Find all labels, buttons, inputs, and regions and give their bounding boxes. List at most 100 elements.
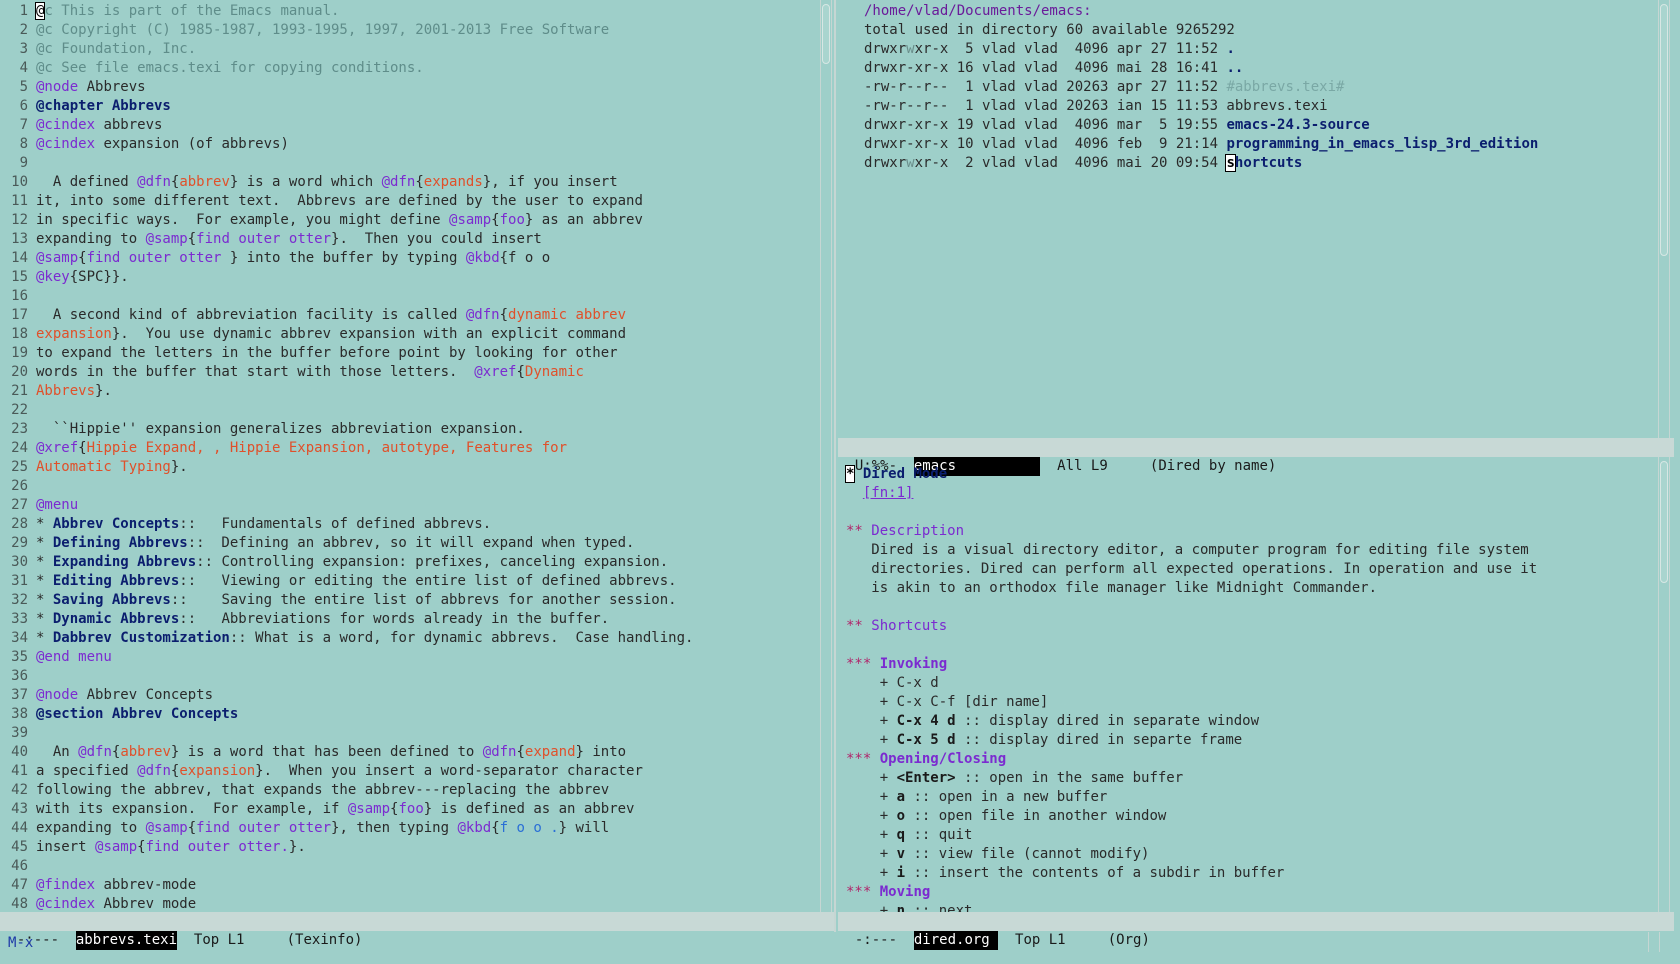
texinfo-line[interactable]: insert @samp{find outer otter.}.	[36, 838, 306, 857]
dired-entry[interactable]: total used in directory 60 available 926…	[864, 21, 1235, 40]
texinfo-line[interactable]: expansion}. You use dynamic abbrev expan…	[36, 325, 626, 344]
texinfo-line[interactable]: @node Abbrevs	[36, 78, 146, 97]
texinfo-line[interactable]: @cindex abbrevs	[36, 116, 162, 135]
dired-scrollbar[interactable]	[1658, 0, 1670, 438]
texinfo-line[interactable]: @findex abbrev-mode	[36, 876, 196, 895]
text-segment: [fn:1]	[862, 485, 914, 501]
texinfo-line[interactable]: * Abbrev Concepts:: Fundamentals of defi…	[36, 515, 491, 534]
texinfo-line[interactable]: expanding to @samp{find outer otter}, th…	[36, 819, 609, 838]
texinfo-line[interactable]: with its expansion. For example, if @sam…	[36, 800, 634, 819]
org-line[interactable]: + i :: insert the contents of a subdir i…	[846, 864, 1285, 883]
org-line[interactable]: * Dired Mode	[844, 465, 947, 484]
text-segment: @c Copyright (C) 1985-1987, 1993-1995, 1…	[36, 22, 610, 38]
text-segment: +	[846, 713, 897, 729]
texinfo-line[interactable]: @section Abbrev Concepts	[36, 705, 238, 724]
texinfo-line[interactable]: @c This is part of the Emacs manual.	[34, 2, 339, 21]
org-line[interactable]: directories. Dired can perform all expec…	[846, 560, 1537, 579]
texinfo-line[interactable]: @menu	[36, 496, 78, 515]
dired-entry[interactable]: drwxrwxr-x 2 vlad vlad 4096 mai 20 09:54…	[864, 154, 1302, 173]
texinfo-line[interactable]: @c Copyright (C) 1985-1987, 1993-1995, 1…	[36, 21, 609, 40]
org-line[interactable]: [fn:1]	[846, 484, 914, 503]
org-line[interactable]: + C-x C-f [dir name]	[846, 693, 1049, 712]
right-window-dired[interactable]: /home/vlad/Documents/emacs: total used in…	[846, 0, 1646, 438]
text-segment: Abbrevs	[36, 383, 96, 399]
right-window-org[interactable]: * Dired Mode [fn:1] ** Description Dired …	[844, 457, 1646, 919]
left-scrollbar[interactable]	[820, 0, 832, 912]
texinfo-line[interactable]: An @dfn{abbrev} is a word that has been …	[36, 743, 626, 762]
text-segment: :: view file (cannot modify)	[905, 846, 1150, 862]
left-scrollbar-thumb[interactable]	[822, 4, 830, 64]
dired-entry[interactable]: drwxrwxr-x 5 vlad vlad 4096 apr 27 11:52…	[864, 40, 1235, 59]
org-line[interactable]: + C-x d	[846, 674, 939, 693]
org-line[interactable]: ** Description	[846, 522, 964, 541]
org-line[interactable]: + a :: open in a new buffer	[846, 788, 1108, 807]
org-line[interactable]: Dired is a visual directory editor, a co…	[846, 541, 1529, 560]
texinfo-line[interactable]: * Saving Abbrevs:: Saving the entire lis…	[36, 591, 677, 610]
texinfo-line[interactable]: * Dabbrev Customization:: What is a word…	[36, 629, 693, 648]
dired-modeline[interactable]: U:%%- emacs All L9 (Dired by name)	[838, 438, 1674, 476]
dired-entry[interactable]: drwxr-xr-x 16 vlad vlad 4096 mai 28 16:4…	[864, 59, 1243, 78]
text-cursor: s	[1225, 154, 1236, 172]
text-segment: }.	[288, 839, 306, 855]
text-segment: {	[187, 820, 197, 836]
texinfo-line[interactable]: @node Abbrev Concepts	[36, 686, 213, 705]
org-line[interactable]: + q :: quit	[846, 826, 973, 845]
dired-entry[interactable]: drwxr-xr-x 19 vlad vlad 4096 mar 5 19:55…	[864, 116, 1370, 135]
texinfo-line[interactable]: * Expanding Abbrevs:: Controlling expans…	[36, 553, 668, 572]
texinfo-line[interactable]: A second kind of abbreviation facility i…	[36, 306, 626, 325]
dired-entry[interactable]: -rw-r--r-- 1 vlad vlad 20263 ian 15 11:5…	[864, 97, 1328, 116]
minibuffer-scrollbar[interactable]	[1648, 932, 1660, 952]
texinfo-line[interactable]: Automatic Typing}.	[36, 458, 188, 477]
org-scrollbar-thumb[interactable]	[1660, 461, 1668, 583]
org-line[interactable]: is akin to an orthodox file manager like…	[846, 579, 1377, 598]
org-line[interactable]: *** Opening/Closing	[846, 750, 1006, 769]
texinfo-line[interactable]: @xref{Hippie Expand, , Hippie Expansion,…	[36, 439, 567, 458]
texinfo-line[interactable]: ``Hippie'' expansion generalizes abbrevi…	[36, 420, 525, 439]
dired-entry[interactable]: drwxr-xr-x 10 vlad vlad 4096 feb 9 21:14…	[864, 135, 1538, 154]
org-line[interactable]: *** Moving	[846, 883, 930, 902]
texinfo-line[interactable]: it, into some different text. Abbrevs ar…	[36, 192, 643, 211]
text-segment: <Enter>	[896, 770, 956, 786]
texinfo-line[interactable]: * Dynamic Abbrevs:: Abbreviations for wo…	[36, 610, 609, 629]
texinfo-line[interactable]: * Defining Abbrevs:: Defining an abbrev,…	[36, 534, 634, 553]
texinfo-line[interactable]: A defined @dfn{abbrev} is a word which @…	[36, 173, 618, 192]
org-line[interactable]: + v :: view file (cannot modify)	[846, 845, 1150, 864]
org-line[interactable]: + <Enter> :: open in the same buffer	[846, 769, 1183, 788]
texinfo-line[interactable]: expanding to @samp{find outer otter}. Th…	[36, 230, 542, 249]
texinfo-line[interactable]: Abbrevs}.	[36, 382, 112, 401]
dired-entry[interactable]: -rw-r--r-- 1 vlad vlad 20263 apr 27 11:5…	[864, 78, 1344, 97]
dired-header[interactable]: /home/vlad/Documents/emacs:	[864, 2, 1092, 21]
texinfo-line[interactable]: in specific ways. For example, you might…	[36, 211, 643, 230]
org-scrollbar[interactable]	[1658, 457, 1670, 912]
texinfo-line[interactable]: @samp{find outer otter } into the buffer…	[36, 249, 550, 268]
text-segment: @samp	[347, 801, 391, 817]
minibuffer[interactable]: M-x	[0, 932, 1680, 956]
texinfo-modeline[interactable]: -:--- abbrevs.texi Top L1 (Texinfo)	[0, 912, 834, 950]
left-window-texinfo[interactable]: 1 @c This is part of the Emacs manual. 2 @c…	[0, 0, 820, 912]
texinfo-line[interactable]: @key{SPC}}.	[36, 268, 129, 287]
texinfo-line[interactable]: following the abbrev, that expands the a…	[36, 781, 609, 800]
org-line[interactable]: + C-x 5 d :: display dired in separte fr…	[846, 731, 1242, 750]
texinfo-line[interactable]: @c See file emacs.texi for copying condi…	[36, 59, 424, 78]
line-number: 42	[11, 782, 28, 798]
texinfo-line[interactable]: to expand the letters in the buffer befo…	[36, 344, 618, 363]
texinfo-line[interactable]: @c Foundation, Inc.	[36, 40, 196, 59]
texinfo-line[interactable]: a specified @dfn{expansion}. When you in…	[36, 762, 643, 781]
text-segment: :: open file in another window	[905, 808, 1167, 824]
texinfo-line[interactable]: @cindex expansion (of abbrevs)	[36, 135, 289, 154]
text-segment: *	[36, 554, 53, 570]
texinfo-line[interactable]: * Editing Abbrevs:: Viewing or editing t…	[36, 572, 677, 591]
org-line[interactable]: *** Invoking	[846, 655, 947, 674]
texinfo-line[interactable]: @end menu	[36, 648, 112, 667]
text-segment: Abbrev mode	[95, 896, 197, 912]
text-segment: } is a word which	[229, 174, 382, 190]
dired-scrollbar-thumb[interactable]	[1660, 4, 1668, 256]
texinfo-line[interactable]: words in the buffer that start with thos…	[36, 363, 584, 382]
texinfo-line[interactable]: @chapter Abbrevs	[36, 97, 171, 116]
text-segment: Description	[862, 523, 965, 539]
org-line[interactable]: + C-x 4 d :: display dired in separate w…	[846, 712, 1259, 731]
org-line[interactable]: + o :: open file in another window	[846, 807, 1167, 826]
text-segment: Dired is a visual directory editor, a co…	[846, 542, 1529, 558]
org-modeline[interactable]: -:--- dired.org Top L1 (Org)	[838, 912, 1674, 950]
org-line[interactable]: ** Shortcuts	[846, 617, 947, 636]
